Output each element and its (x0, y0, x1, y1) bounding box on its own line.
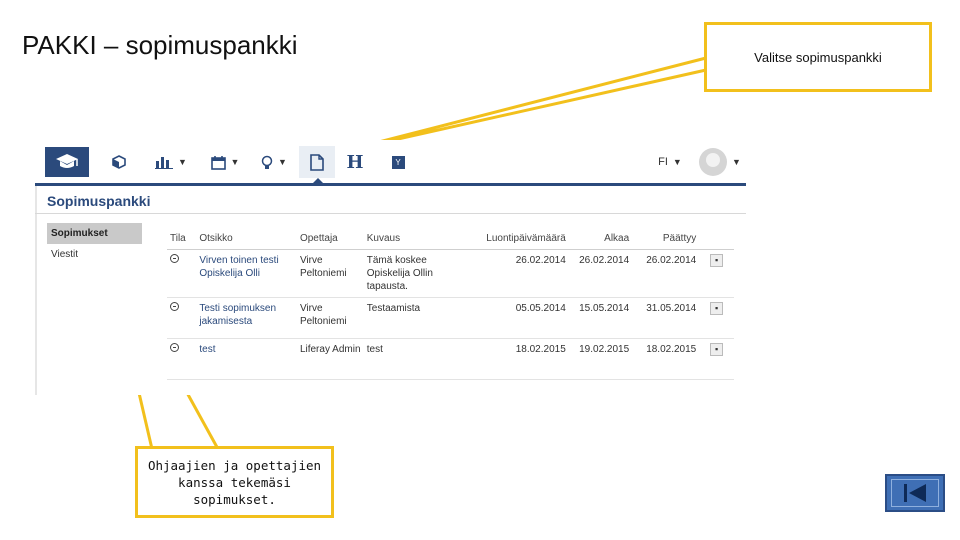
teacher-cell: Liferay Admin (296, 338, 364, 380)
column-header-start[interactable]: Alkaa (568, 227, 633, 250)
column-header-title[interactable]: Otsikko (196, 227, 297, 250)
chevron-down-icon: ▼ (230, 157, 240, 167)
column-header-description[interactable]: Kuvaus (363, 227, 476, 250)
bar-chart-icon[interactable]: ▼ (151, 148, 191, 176)
column-header-status[interactable]: Tila (167, 227, 197, 250)
toolbar-underline (35, 183, 746, 186)
lightbulb-icon[interactable]: ▼ (259, 148, 289, 176)
status-icon (170, 254, 179, 263)
app-window: ▼ ▼ ▼ H Y FI ▼ ▼ Sopimuspankki Sopimukset… (35, 140, 746, 395)
chevron-down-icon: ▼ (278, 157, 287, 167)
sidebar-item-viestit[interactable]: Viestit (47, 244, 142, 265)
user-menu[interactable]: ▼ (695, 148, 745, 176)
description-cell: Tämä koskee Opiskelija Ollin tapausta. (363, 249, 476, 298)
select-agreement-bank-callout: Valitse sopimuspankki (704, 22, 932, 92)
side-navigation: Sopimukset Viestit (47, 223, 142, 265)
agreement-title-link[interactable]: Testi sopimuksen jakamisesta (199, 303, 276, 327)
teacher-cell: Virve Peltoniemi (296, 249, 364, 298)
chevron-down-icon: ▼ (672, 157, 682, 167)
slide-title: PAKKI – sopimuspankki (22, 30, 298, 60)
page-title: Sopimuspankki (47, 193, 151, 209)
sidebar-item-sopimukset[interactable]: Sopimukset (47, 223, 142, 244)
end-cell: 26.02.2014 (632, 249, 700, 298)
description-cell: Testaamista (363, 297, 476, 339)
start-cell: 26.02.2014 (568, 249, 633, 298)
status-icon (170, 343, 179, 352)
cube-icon[interactable] (109, 148, 129, 176)
graduation-cap-icon[interactable] (45, 147, 89, 177)
table-row[interactable]: Testi sopimuksen jakamisesta Virve Pelto… (167, 297, 734, 339)
column-header-created[interactable]: Luontipäivämäärä (475, 227, 569, 250)
top-callout-pointer (338, 56, 708, 154)
column-header-end[interactable]: Päättyy (632, 227, 700, 250)
created-cell: 18.02.2015 (475, 338, 569, 380)
created-cell: 26.02.2014 (475, 249, 569, 298)
start-cell: 19.02.2015 (568, 338, 633, 380)
back-to-start-button[interactable] (885, 474, 945, 512)
trash-icon[interactable]: ▪ (710, 343, 724, 356)
top-toolbar: ▼ ▼ ▼ H Y FI ▼ ▼ (35, 140, 746, 186)
y-icon[interactable]: Y (389, 148, 407, 176)
trash-icon[interactable]: ▪ (710, 302, 724, 315)
teacher-cell: Virve Peltoniemi (296, 297, 364, 339)
h-icon[interactable]: H (343, 148, 367, 176)
agreement-title-link[interactable]: test (199, 344, 215, 355)
agreements-callout: Ohjaajien ja opettajien kanssa tekemäsi … (135, 446, 334, 518)
trash-icon[interactable]: ▪ (710, 254, 724, 267)
table-header-row: Tila Otsikko Opettaja Kuvaus Luontipäivä… (167, 227, 734, 250)
end-cell: 18.02.2015 (632, 338, 700, 380)
status-icon (170, 302, 179, 311)
description-cell: test (363, 338, 476, 380)
avatar (699, 148, 728, 176)
skip-back-icon (904, 484, 926, 502)
chevron-down-icon: ▼ (732, 157, 741, 167)
chevron-down-icon: ▼ (178, 157, 187, 167)
language-selector[interactable]: FI ▼ (653, 148, 687, 176)
calendar-icon[interactable]: ▼ (207, 148, 243, 176)
table-row[interactable]: test Liferay Admin test 18.02.2015 19.02… (167, 338, 734, 380)
document-icon[interactable] (299, 146, 335, 184)
agreement-title-link[interactable]: Virven toinen testi Opiskelija Olli (199, 255, 278, 279)
column-header-teacher[interactable]: Opettaja (296, 227, 364, 250)
end-cell: 31.05.2014 (632, 297, 700, 339)
start-cell: 15.05.2014 (568, 297, 633, 339)
created-cell: 05.05.2014 (475, 297, 569, 339)
table-row[interactable]: Virven toinen testi Opiskelija Olli Virv… (167, 249, 734, 298)
agreements-table: Tila Otsikko Opettaja Kuvaus Luontipäivä… (167, 227, 734, 380)
